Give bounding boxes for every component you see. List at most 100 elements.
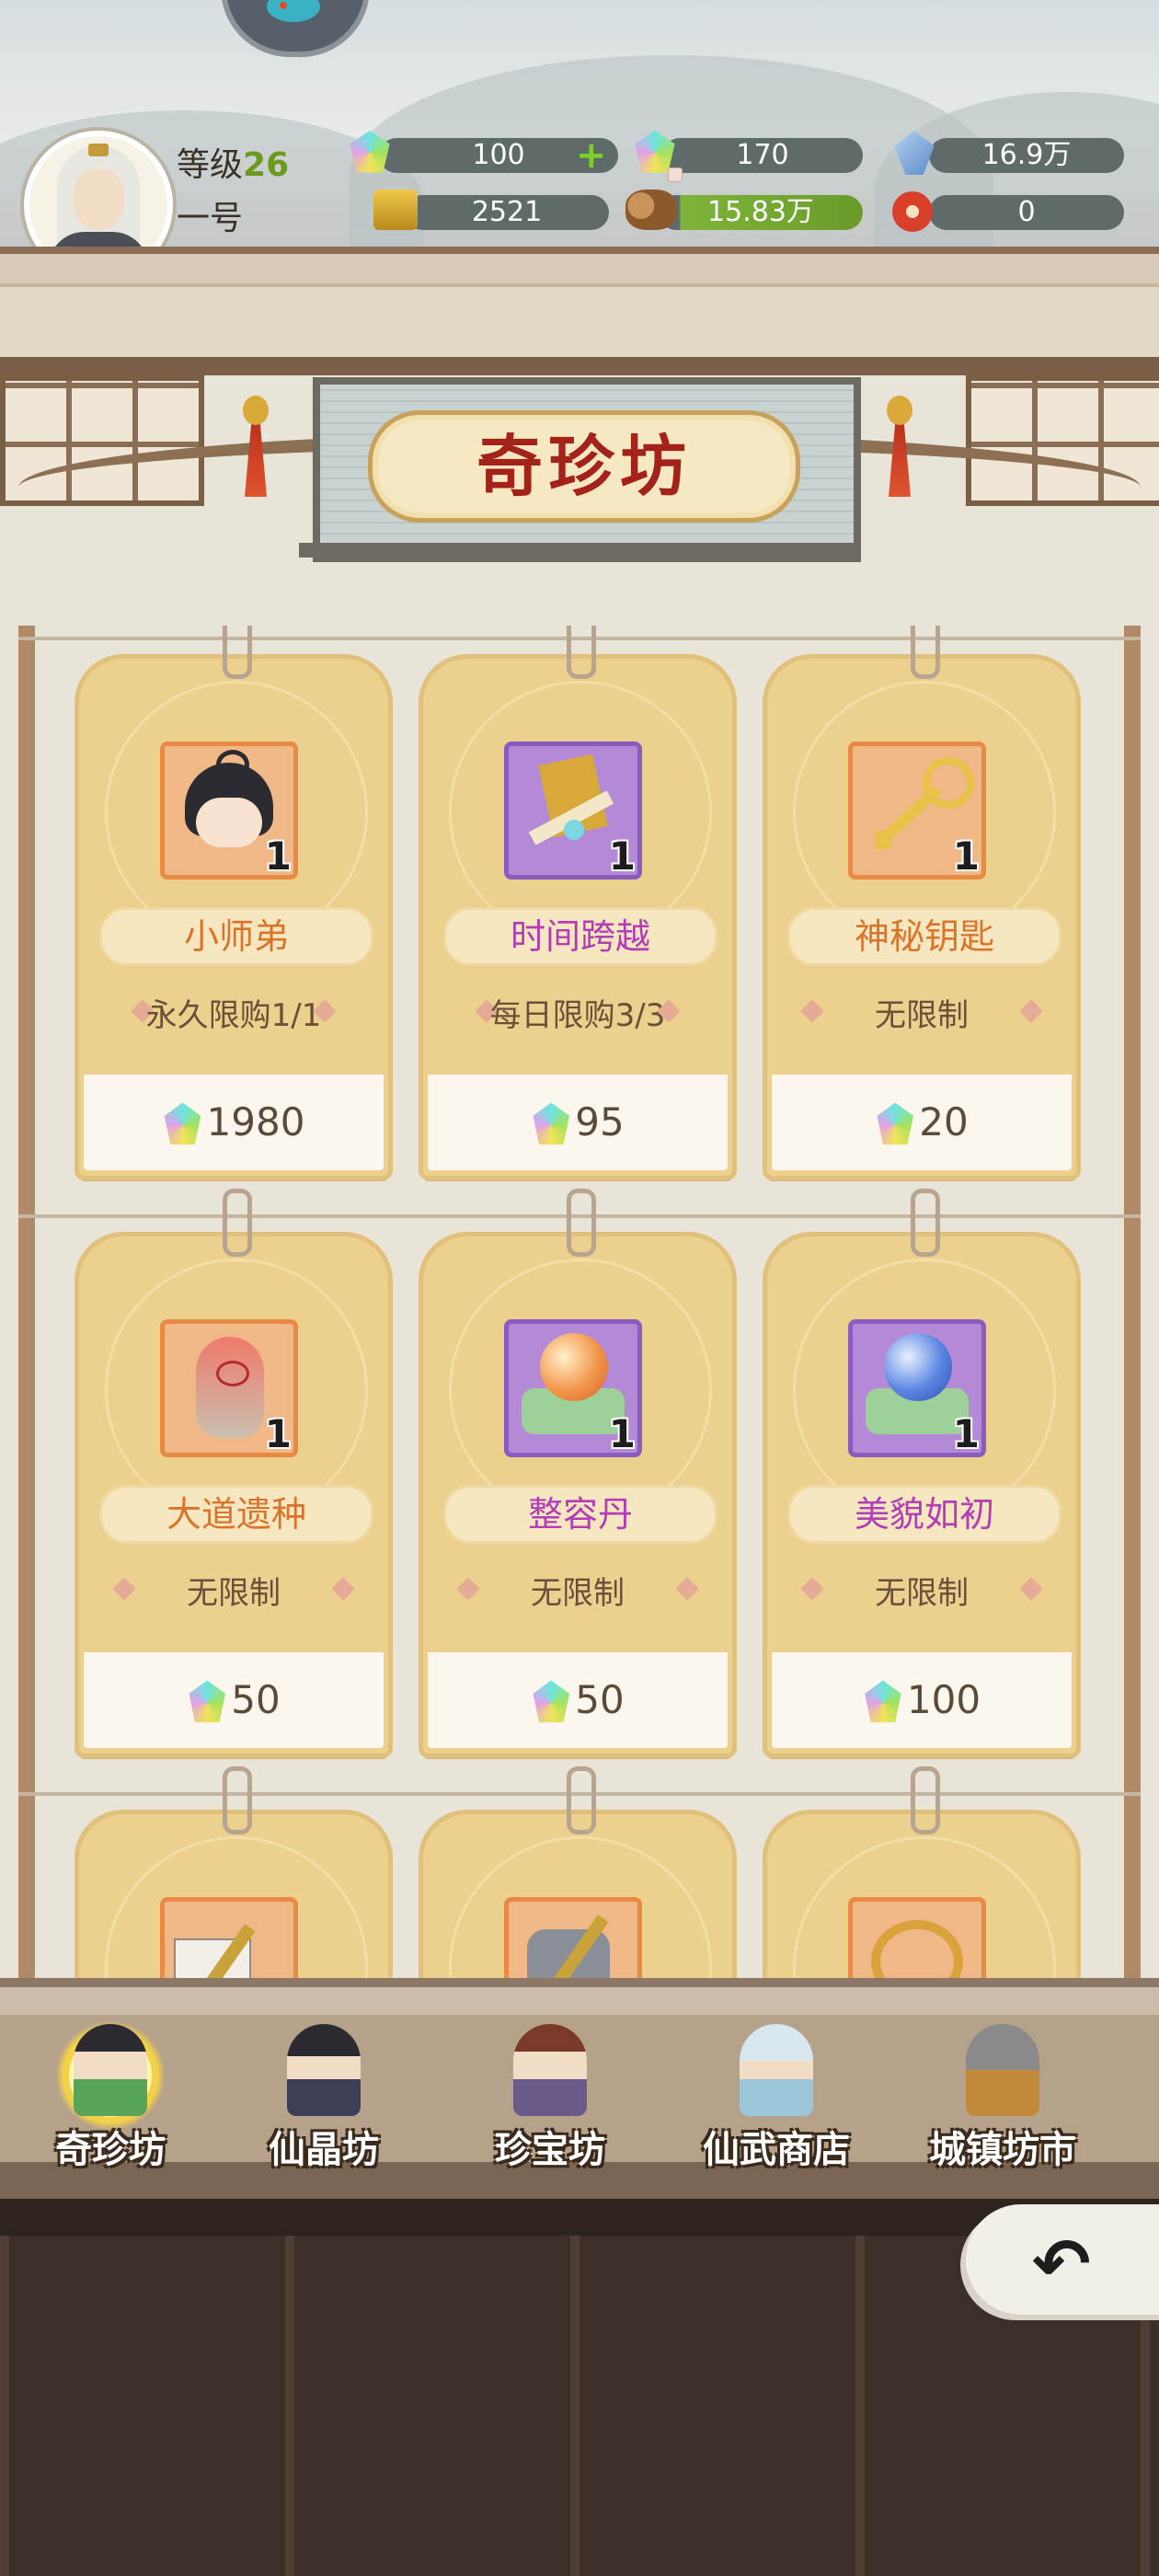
resource-red-token: 0 [929, 195, 1124, 230]
item-quantity: 1 [952, 834, 980, 879]
buy-button[interactable]: 95 [428, 1075, 728, 1170]
level-value: 26 [243, 146, 290, 184]
spirit-gem-icon [189, 1680, 226, 1723]
resource-value: 170 [736, 139, 789, 171]
spirit-gem-icon [877, 1102, 914, 1145]
shop-item-card[interactable] [423, 1766, 732, 1983]
junior-disciple-icon: 1 [160, 742, 298, 880]
item-name: 神秘钥匙 [787, 907, 1061, 966]
item-price: 1980 [206, 1099, 305, 1144]
lantern-icon [883, 396, 916, 497]
tab-town-market[interactable]: 城镇坊市 [901, 2024, 1104, 2171]
card-hook [223, 626, 252, 679]
item-quantity: 1 [608, 834, 636, 879]
item-quantity: 1 [608, 1411, 636, 1456]
golden-ornament-icon [848, 1897, 986, 1983]
add-spirit-gem-button[interactable]: + [576, 137, 607, 174]
orange-pill-icon: 1 [504, 1319, 642, 1457]
shop-item-card[interactable] [79, 1766, 388, 1983]
spirit-gem-icon [533, 1680, 570, 1723]
spirit-gem-icon [164, 1102, 201, 1145]
sect-emblem[interactable] [221, 0, 370, 57]
shop-item-card[interactable]: 1 神秘钥匙 无限制 20 [767, 626, 1076, 1176]
item-quantity: 1 [952, 1411, 980, 1456]
purchase-limit: 每日限购3/3 [489, 997, 666, 1034]
back-arrow-icon: ↶ [1032, 2223, 1091, 2305]
shop-grid: 1 小师弟 永久限购1/1 1980 1 时间跨越 每日限购3/3 95 1 神… [79, 626, 1082, 1983]
resource-wood: 15.83万 [659, 195, 863, 230]
shop-item-card[interactable]: 1 大道遗种 无限制 50 [79, 1189, 388, 1754]
card-hook [567, 626, 596, 679]
spirit-girl-icon [740, 2024, 813, 2116]
lantern-icon [239, 396, 272, 497]
item-name: 大道遗种 [99, 1485, 373, 1544]
spirit-gem-icon [533, 1102, 570, 1145]
tab-qizhenfang[interactable]: 奇珍坊 [9, 2011, 212, 2171]
card-hook [223, 1766, 252, 1834]
player-name: 一号 [177, 200, 244, 237]
tab-xianwu-shop[interactable]: 仙武商店 [675, 2024, 878, 2171]
title-board-base [299, 543, 860, 558]
armor-set-icon [504, 1897, 642, 1983]
shop-item-card[interactable]: 1 美貌如初 无限制 100 [767, 1189, 1076, 1754]
treasure-merchant-icon [513, 2024, 587, 2116]
tab-label: 仙晶坊 [269, 2129, 379, 2171]
player-level: 等级26 [177, 138, 289, 186]
shop-item-card[interactable]: 1 时间跨越 每日限购3/3 95 [423, 626, 732, 1176]
buy-button[interactable]: 50 [84, 1652, 384, 1748]
card-hook [911, 626, 940, 679]
tab-label: 仙武商店 [703, 2129, 850, 2171]
card-hook [567, 1189, 596, 1257]
resource-value: 0 [1017, 196, 1036, 228]
spirit-gem-icon [865, 1680, 901, 1723]
resource-rainbow-gem: 170 [662, 138, 863, 173]
item-name: 整容丹 [443, 1485, 717, 1544]
item-name: 小师弟 [99, 907, 373, 966]
wood-log-icon [625, 190, 677, 230]
card-hook [911, 1766, 940, 1834]
donkey-cart-icon [966, 2024, 1039, 2116]
dao-seed-icon: 1 [160, 1319, 298, 1457]
buy-button[interactable]: 100 [772, 1652, 1072, 1748]
red-token-icon [892, 191, 933, 232]
buy-button[interactable]: 20 [772, 1075, 1072, 1170]
card-hook [223, 1189, 252, 1257]
shop-item-card[interactable]: 1 整容丹 无限制 50 [423, 1189, 732, 1754]
tab-zhenbaofang[interactable]: 珍宝坊 [449, 2024, 651, 2171]
scroll-bundle-icon [160, 1897, 298, 1983]
purchase-limit: 永久限购1/1 [145, 997, 322, 1034]
back-button[interactable]: ↶ [966, 2204, 1159, 2315]
shop-item-card[interactable]: 1 小师弟 永久限购1/1 1980 [79, 626, 388, 1176]
card-hook [911, 1189, 940, 1257]
item-quantity: 1 [264, 834, 292, 879]
lady-merchant-icon [287, 2024, 361, 2116]
item-price: 20 [919, 1099, 969, 1144]
resource-value: 2521 [471, 196, 543, 228]
item-quantity: 1 [264, 1411, 292, 1456]
resource-gold: 2521 [405, 195, 609, 230]
tab-label: 城镇坊市 [929, 2129, 1076, 2171]
tab-xianjingfang[interactable]: 仙晶坊 [223, 2024, 425, 2171]
fish-icon [267, 0, 320, 22]
resource-value: 16.9万 [981, 139, 1072, 171]
buy-button[interactable]: 50 [428, 1652, 728, 1748]
level-label: 等级 [177, 146, 244, 184]
top-beam [0, 247, 1159, 375]
item-price: 50 [231, 1677, 281, 1722]
blue-pill-icon: 1 [848, 1319, 986, 1457]
time-scroll-icon: 1 [504, 742, 642, 880]
mystery-key-icon: 1 [848, 742, 986, 880]
item-price: 95 [575, 1099, 625, 1144]
item-price: 50 [575, 1677, 625, 1722]
shop-title: 奇珍坊 [368, 410, 800, 523]
tab-label: 奇珍坊 [55, 2129, 166, 2171]
merchant-boy-icon [74, 2024, 147, 2116]
resource-value: 15.83万 [707, 196, 814, 228]
buy-button[interactable]: 1980 [84, 1075, 384, 1170]
shop-list[interactable]: 1 小师弟 永久限购1/1 1980 1 时间跨越 每日限购3/3 95 1 神… [0, 626, 1159, 1983]
tab-label: 珍宝坊 [495, 2129, 605, 2171]
bound-badge-icon [668, 167, 683, 182]
shop-item-card[interactable] [767, 1766, 1076, 1983]
resource-value: 100 [472, 139, 525, 171]
resource-blue-crystal: 16.9万 [929, 138, 1124, 173]
